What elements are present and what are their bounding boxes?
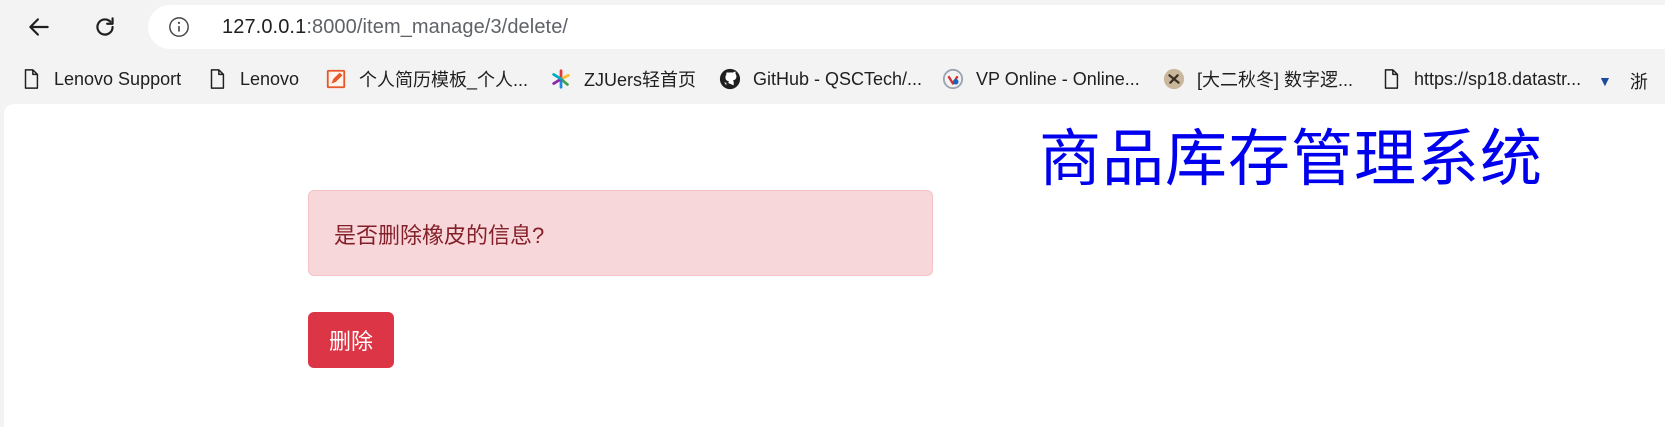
address-bar[interactable]: 127.0.0.1:8000/item_manage/3/delete/ [148,5,1665,49]
bookmark-lenovo-support[interactable]: Lenovo Support [20,64,181,94]
info-icon[interactable] [168,16,190,38]
page-icon [24,69,39,89]
bookmark-label: https://sp18.datastr... [1414,68,1582,89]
page-content: 商品库存管理系统 是否删除橡皮的信息? 删除 [4,104,1665,427]
vp-online-icon [942,68,964,90]
url-path: :8000/item_manage/3/delete/ [306,16,569,38]
bookmark-label: GitHub - QSCTech/... [753,68,923,89]
avatar-icon [1163,68,1185,90]
page-icon [1384,69,1399,89]
url-host: 127.0.0.1 [222,16,307,38]
bookmark-label: Lenovo [240,68,300,89]
back-button[interactable] [20,8,58,46]
bookmark-overflow-label: 浙 [1629,72,1648,92]
delete-button[interactable]: 删除 [308,312,394,368]
page-icon [210,69,225,89]
reload-icon [96,17,114,36]
bookmarks-bar: Lenovo Support Lenovo 个人简历模板_个人... ZJUer… [0,60,1665,100]
bookmark-label: 个人简历模板_个人... [359,70,529,90]
page-title: 商品库存管理系统 [1039,122,1544,195]
bookmark-zjuers[interactable]: ZJUers轻首页 [550,64,696,94]
alert-message: 是否删除橡皮的信息? [334,223,545,248]
bookmark-datastructure[interactable]: https://sp18.datastr... [1380,64,1581,94]
delete-confirm-alert: 是否删除橡皮的信息? [308,190,933,276]
arrow-left-icon [29,18,49,36]
pinwheel-icon [552,69,570,89]
bookmark-vp-online[interactable]: VP Online - Online... [942,64,1140,94]
bookmark-digital-logic[interactable]: [大二秋冬] 数字逻... [1163,64,1353,94]
bookmark-lenovo[interactable]: Lenovo [206,64,299,94]
reload-button[interactable] [86,8,124,46]
bookmark-overflow-folder[interactable]: ▼ 浙 [1598,68,1648,94]
resume-pencil-icon [326,69,346,89]
bookmark-label: VP Online - Online... [976,68,1140,89]
bookmark-github[interactable]: GitHub - QSCTech/... [719,64,922,94]
bookmark-resume-template[interactable]: 个人简历模板_个人... [325,64,528,94]
github-icon [719,68,741,90]
bookmark-label: [大二秋冬] 数字逻... [1197,70,1354,90]
url-text[interactable]: 127.0.0.1:8000/item_manage/3/delete/ [222,16,568,39]
browser-toolbar: 127.0.0.1:8000/item_manage/3/delete/ [0,0,1665,52]
chevron-down-icon: ▼ [1598,73,1612,89]
bookmark-label: Lenovo Support [54,68,182,89]
bookmark-label: ZJUers轻首页 [584,70,696,90]
